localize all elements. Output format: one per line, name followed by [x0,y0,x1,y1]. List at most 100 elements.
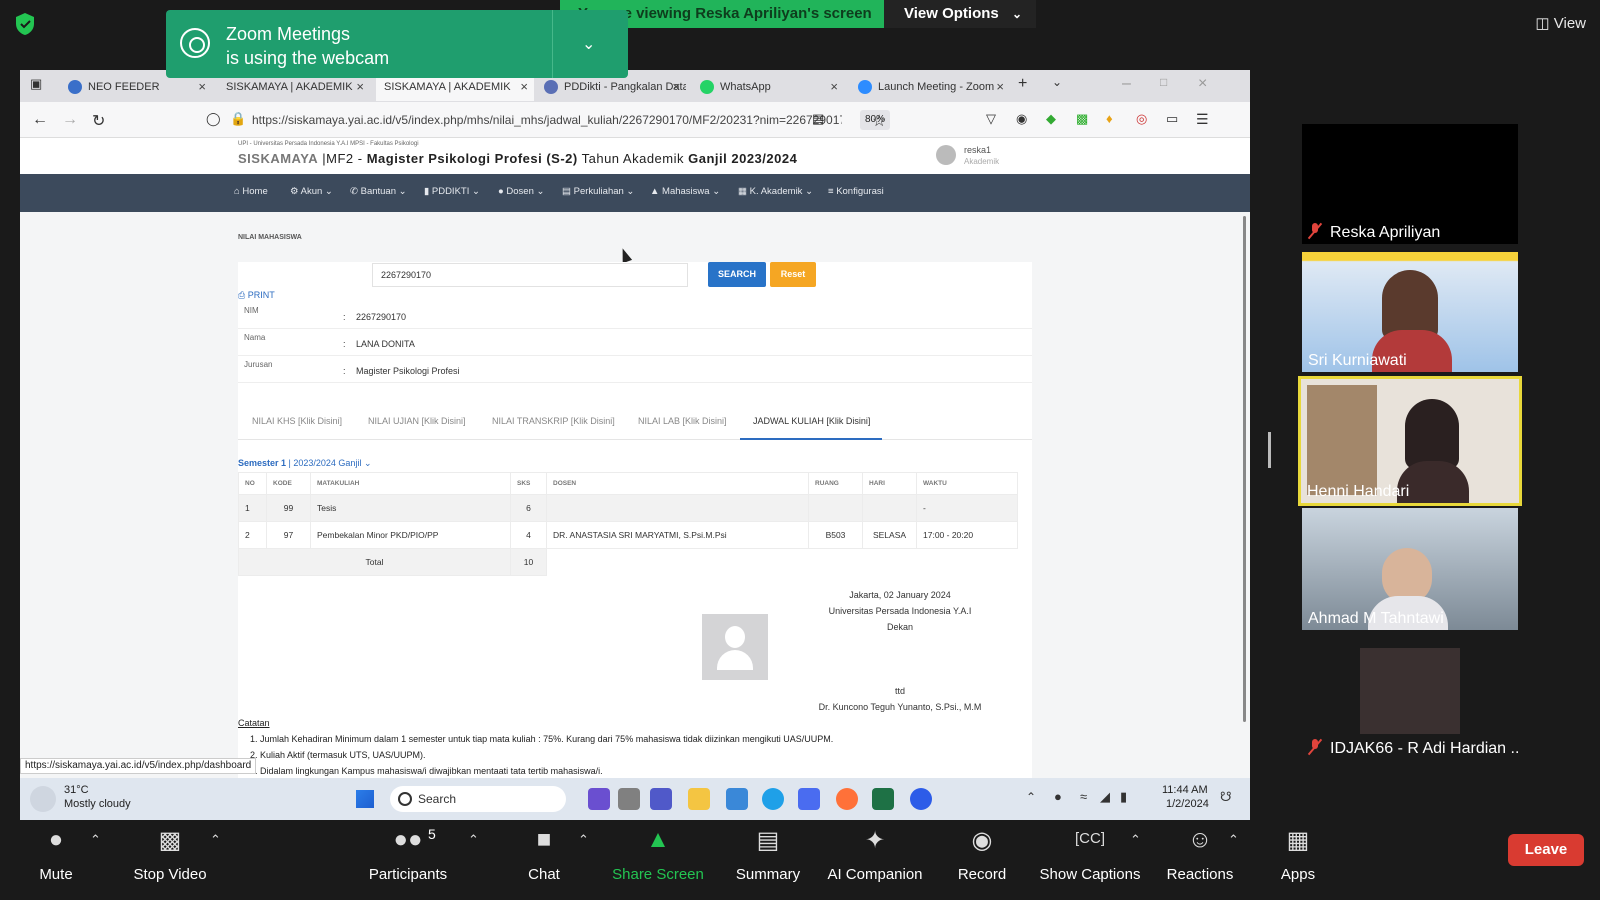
nav-bantuan[interactable]: ✆ Bantuan ⌄ [350,186,407,197]
apps-button[interactable]: ▦ Apps [1248,820,1348,900]
battery-icon[interactable]: ▮ [1120,789,1127,805]
maximize-icon[interactable]: □ [1160,75,1167,89]
reader-view-icon[interactable]: ▤ [812,111,824,127]
table-cell [546,548,1018,576]
tab-jadwal-kuliah[interactable]: JADWAL KULIAH [Klik Disini] [753,416,870,426]
chevron-down-icon[interactable]: ⌄ [582,34,595,54]
weather-description[interactable]: Mostly cloudy [64,798,131,810]
url-input[interactable]: https://siskamaya.yai.ac.id/v5/index.php… [252,109,842,131]
file-explorer-icon[interactable] [688,788,710,810]
nav-akun[interactable]: ⚙ Akun ⌄ [290,186,333,197]
view-options-button[interactable]: View Options ⌄ [884,0,1036,28]
tracking-shield-icon[interactable]: ◯ [206,111,221,127]
window-close-icon[interactable]: × [1198,75,1207,93]
tab-nilai-ujian[interactable]: NILAI UJIAN [Klik Disini] [368,416,466,426]
lock-icon[interactable]: 🔒 [230,111,246,127]
chevron-up-icon[interactable]: ⌃ [90,832,101,848]
nav-konfigurasi[interactable]: ≡ Konfigurasi [828,186,884,197]
tab-nilai-khs[interactable]: NILAI KHS [Klik Disini] [252,416,342,426]
tray-chevron-up-icon[interactable]: ⌃ [1026,790,1036,804]
extensions-puzzle-icon[interactable]: ▭ [1166,111,1178,127]
excel-icon[interactable] [872,788,894,810]
web-page: UPI - Universitas Persada Indonesia Y.A.… [20,138,1250,794]
menu-icon[interactable]: ☰ [1196,111,1209,128]
new-tab-icon[interactable]: + [1018,75,1027,93]
gallery-resize-handle[interactable] [1268,432,1271,468]
extension-image-icon[interactable]: ▩ [1076,111,1088,127]
extension-colorful-icon[interactable]: ◆ [1046,111,1056,127]
nav-pddikti[interactable]: ▮ PDDIKTI ⌄ [424,186,480,197]
clock-time[interactable]: 11:44 AM [1162,784,1208,796]
bookmark-star-icon[interactable]: ☆ [872,111,886,131]
summary-button[interactable]: ▤ Summary [718,820,818,900]
semester-select[interactable]: Semester 1 | 2023/2024 Ganjil ⌄ [238,458,372,469]
volume-icon[interactable]: ◢ [1100,789,1110,805]
participant-tile[interactable]: IDJAK66 - R Adi Hardian ... [1302,638,1518,760]
participant-tile[interactable]: Sri Kurniawati [1302,252,1518,372]
tab-list-chevron-icon[interactable]: ⌄ [1052,75,1062,89]
nav-home[interactable]: ⌂ Home [234,186,268,197]
store-icon[interactable] [726,788,748,810]
app-icon[interactable] [798,788,820,810]
ai-companion-button[interactable]: ✦ AI Companion [818,820,932,900]
tab-nilai-lab[interactable]: NILAI LAB [Klik Disini] [638,416,727,426]
extension-r-icon[interactable]: ◉ [1016,111,1027,127]
extension-shield-icon[interactable]: ♦ [1106,111,1113,126]
tab-overview-icon[interactable]: ▣ [30,76,42,92]
chevron-up-icon[interactable]: ⌃ [210,832,221,848]
participants-button[interactable]: ●● 5 Participants [358,820,458,900]
user-menu[interactable]: reska1 Akademik [936,143,1006,169]
reload-icon[interactable]: ↻ [92,111,105,131]
participant-tile-active-speaker[interactable]: Henni Handari [1298,376,1522,506]
chevron-up-icon[interactable]: ⌃ [1228,832,1239,848]
taskbar-search[interactable]: Search [390,786,566,812]
print-link[interactable]: ⎙ PRINT [238,290,275,301]
shield-icon[interactable] [14,12,36,36]
nav-perkuliahan[interactable]: ▤ Perkuliahan ⌄ [562,186,634,197]
search-input[interactable]: 2267290170 [372,263,688,287]
nav-k-akademik[interactable]: ▦ K. Akademik ⌄ [738,186,813,197]
browser-tab-whatsapp[interactable]: WhatsApp × [692,73,844,101]
chevron-up-icon[interactable]: ⌃ [578,832,589,848]
participant-tile[interactable]: Reska Apriliyan [1302,124,1518,244]
close-icon[interactable]: × [996,73,1004,101]
chevron-up-icon[interactable]: ⌃ [468,832,479,848]
extension-circle-icon[interactable]: ◎ [1136,111,1147,127]
program-code: MF2 - [326,151,367,166]
reset-button[interactable]: Reset [770,262,816,287]
view-button[interactable]: ◫ View [1535,14,1586,32]
close-icon[interactable]: × [830,73,838,101]
notification-bell-icon[interactable]: ☋ [1220,789,1232,805]
edge-icon[interactable] [762,788,784,810]
teams-icon[interactable] [650,788,672,810]
note-item: 1. Jumlah Kehadiran Minimum dalam 1 seme… [250,734,834,744]
search-button[interactable]: SEARCH [708,262,766,287]
page-scrollbar[interactable] [1243,216,1246,722]
forward-arrow-icon[interactable]: → [62,111,78,129]
tab-nilai-transkrip[interactable]: NILAI TRANSKRIP [Klik Disini] [492,416,615,426]
firefox-icon[interactable] [836,788,858,810]
minimize-icon[interactable]: – [1122,75,1131,93]
webcam-notification[interactable]: Zoom Meetings is using the webcam ⌄ [166,10,628,78]
weather-temperature[interactable]: 31°C [64,784,89,796]
leave-button[interactable]: Leave [1508,834,1584,866]
windows-start-icon[interactable] [356,790,374,808]
browser-tab-zoom[interactable]: Launch Meeting - Zoom × [850,73,1010,101]
copilot-icon[interactable] [588,788,610,810]
record-button[interactable]: ◉ Record [932,820,1032,900]
chevron-up-icon[interactable]: ⌃ [1130,832,1141,848]
nav-dosen[interactable]: ● Dosen ⌄ [498,186,544,197]
pocket-icon[interactable]: ▽ [986,111,996,127]
task-view-icon[interactable] [618,788,640,810]
share-screen-button[interactable]: ▲ Share Screen [608,820,708,900]
clock-date[interactable]: 1/2/2024 [1166,798,1209,810]
wifi-icon[interactable]: ≈ [1080,789,1087,804]
stop-video-button[interactable]: ▩ Stop Video [120,820,220,900]
close-icon[interactable]: × [672,73,680,101]
zoom-app-icon[interactable] [910,788,932,810]
table-row: 2 97 Pembekalan Minor PKD/PIO/PP 4 DR. A… [238,521,1018,549]
back-arrow-icon[interactable]: ← [32,111,48,129]
nav-mahasiswa[interactable]: ▲ Mahasiswa ⌄ [650,186,720,197]
microphone-icon[interactable]: ● [1054,789,1062,804]
participant-tile[interactable]: Ahmad M Tahntawi [1302,508,1518,630]
